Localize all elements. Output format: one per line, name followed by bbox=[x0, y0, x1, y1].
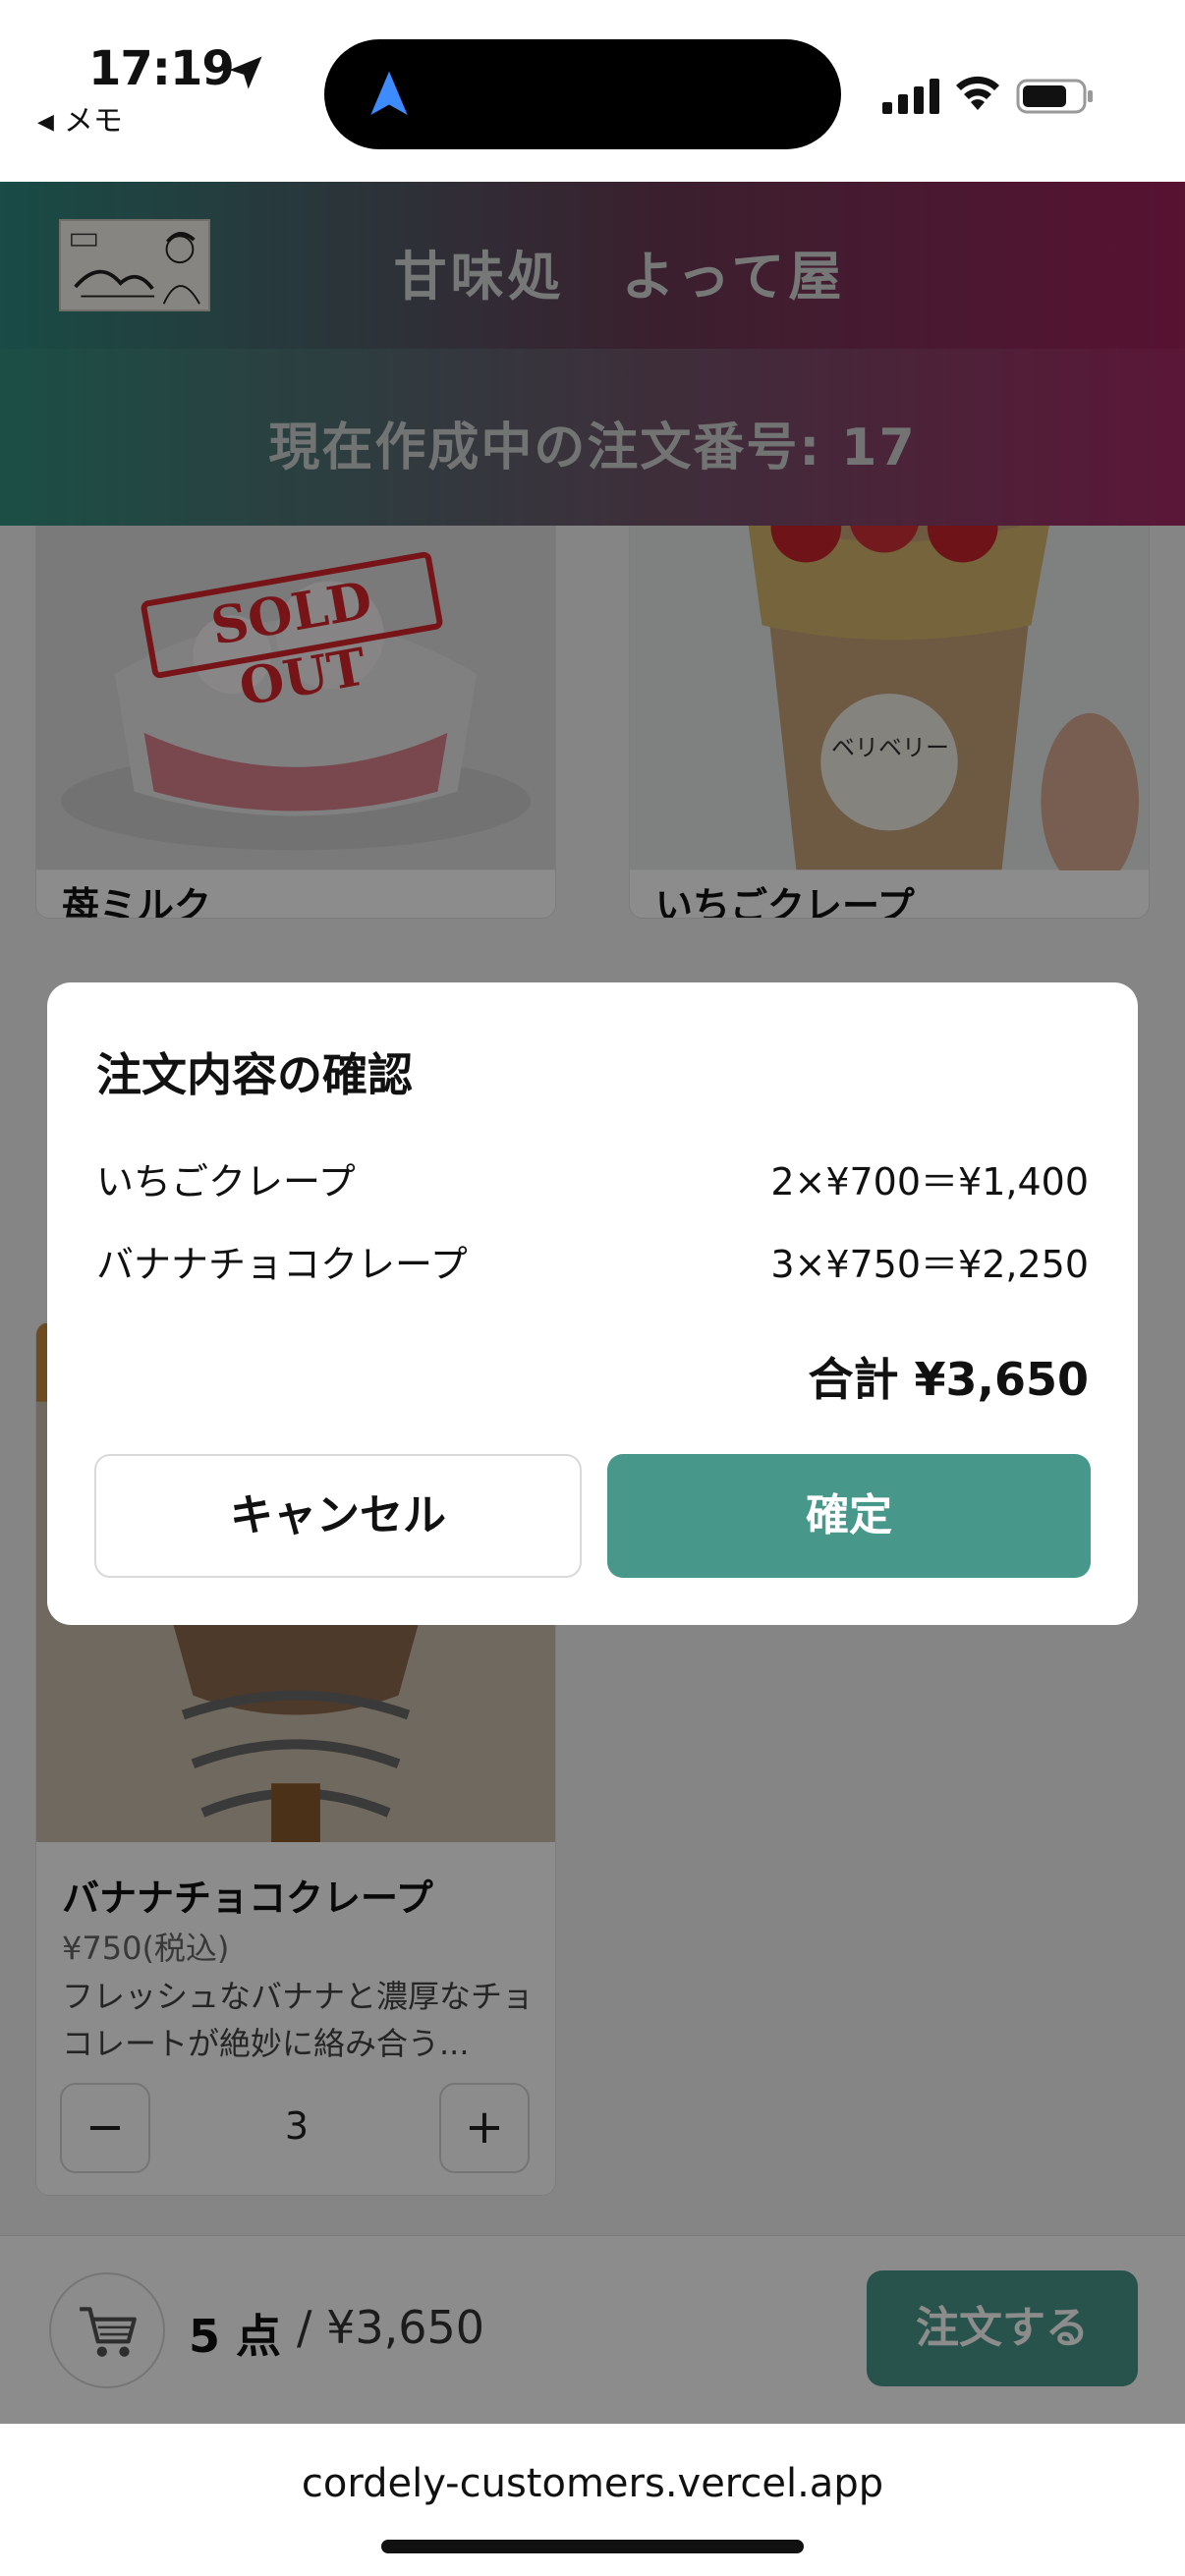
back-triangle-icon: ◀ bbox=[37, 110, 54, 135]
page-url[interactable]: cordely-customers.vercel.app bbox=[0, 2461, 1185, 2506]
order-confirm-dialog: 注文内容の確認 いちごクレープ 2×¥700＝¥1,400 バナナチョコクレープ… bbox=[47, 982, 1138, 1625]
home-indicator[interactable] bbox=[381, 2540, 804, 2553]
cancel-button[interactable]: キャンセル bbox=[94, 1454, 582, 1578]
dynamic-island bbox=[324, 39, 841, 149]
order-line-calc: 2×¥700＝¥1,400 bbox=[770, 1160, 1089, 1204]
order-line: いちごクレープ 2×¥700＝¥1,400 bbox=[96, 1151, 1089, 1210]
cellular-signal-icon bbox=[882, 79, 939, 114]
dialog-title: 注文内容の確認 bbox=[96, 1048, 413, 1101]
back-app-label: メモ bbox=[63, 104, 123, 139]
wifi-icon bbox=[956, 76, 999, 110]
order-line-item: バナナチョコクレープ bbox=[96, 1243, 468, 1286]
order-line: バナナチョコクレープ 3×¥750＝¥2,250 bbox=[96, 1234, 1089, 1293]
status-bar: 17:19 ◀ メモ bbox=[0, 0, 1185, 182]
battery-icon bbox=[1016, 79, 1093, 114]
order-line-calc: 3×¥750＝¥2,250 bbox=[770, 1243, 1089, 1286]
browser-url-bar[interactable]: cordely-customers.vercel.app bbox=[0, 2424, 1185, 2576]
order-line-item: いちごクレープ bbox=[96, 1160, 356, 1204]
order-total: 合計 ¥3,650 bbox=[808, 1353, 1089, 1406]
navigation-arrow-icon bbox=[370, 71, 408, 115]
confirm-button[interactable]: 確定 bbox=[607, 1454, 1091, 1578]
status-time: 17:19 bbox=[88, 41, 235, 96]
back-to-app-link[interactable]: ◀ メモ bbox=[37, 96, 123, 140]
location-arrow-icon bbox=[229, 56, 262, 89]
